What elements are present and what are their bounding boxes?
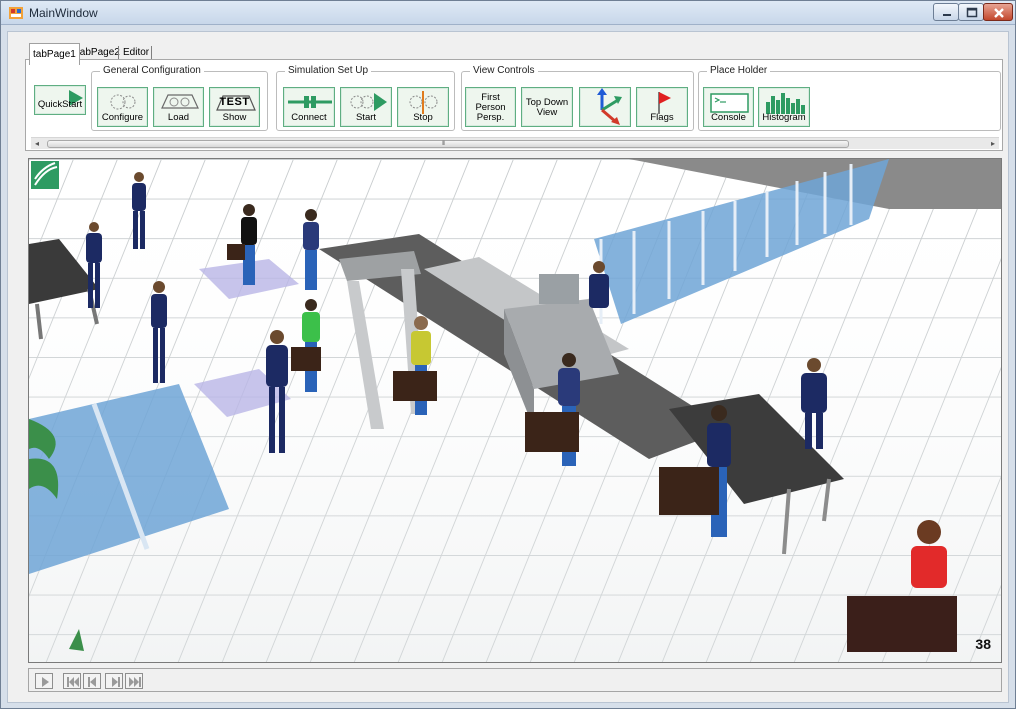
- step-forward-button[interactable]: [105, 673, 123, 689]
- histogram-button[interactable]: Histogram: [758, 87, 810, 127]
- top-down-view-button[interactable]: Top Down View: [521, 87, 573, 127]
- first-person-button[interactable]: First Person Persp.: [465, 87, 516, 127]
- show-button[interactable]: TEST Show: [209, 87, 260, 127]
- start-button[interactable]: Start: [340, 87, 392, 127]
- skip-to-end-icon: [129, 677, 141, 687]
- tab-separator: [151, 46, 152, 60]
- maximize-icon: [966, 7, 978, 18]
- minimize-button[interactable]: [933, 3, 959, 21]
- skip-to-start-button[interactable]: [63, 673, 81, 689]
- step-forward-icon: [112, 677, 120, 687]
- quickstart-button[interactable]: QuickStart: [34, 85, 86, 115]
- stop-label: Stop: [413, 112, 433, 123]
- configure-button[interactable]: Configure: [97, 87, 148, 127]
- tab-tabpage1[interactable]: tabPage1: [29, 43, 80, 65]
- histogram-label: Histogram: [762, 112, 806, 123]
- scrollbar-grip: III: [442, 141, 445, 147]
- configure-label: Configure: [101, 112, 144, 123]
- step-back-icon: [88, 677, 96, 687]
- window-title: MainWindow: [29, 6, 98, 20]
- maximize-button[interactable]: [958, 3, 984, 21]
- flags-button[interactable]: Flags: [636, 87, 688, 127]
- play-icon: [42, 677, 49, 687]
- top-down-line-2: View: [536, 107, 558, 118]
- close-icon: [994, 8, 1004, 18]
- load-label: Load: [167, 112, 190, 123]
- skip-to-start-icon: [67, 677, 79, 687]
- connect-label: Connect: [291, 112, 327, 123]
- show-label: Show: [222, 112, 247, 123]
- toolbar-scrollbar[interactable]: ◂ III ▸: [31, 137, 999, 149]
- playback-bar: [28, 668, 1002, 692]
- axes-icon: [597, 88, 622, 125]
- play-button[interactable]: [35, 673, 53, 689]
- scroll-right-icon[interactable]: ▸: [987, 138, 999, 150]
- test-badge: TEST: [219, 96, 250, 108]
- start-label: Start: [355, 112, 377, 123]
- tab-separator: [118, 46, 119, 60]
- close-button[interactable]: [983, 3, 1013, 21]
- title-bar[interactable]: MainWindow: [1, 1, 1015, 25]
- simulation-viewport[interactable]: 38: [28, 158, 1002, 663]
- skip-to-end-button[interactable]: [125, 673, 143, 689]
- airport-security-scene: [29, 159, 1001, 662]
- step-back-button[interactable]: [83, 673, 101, 689]
- scrollbar-thumb[interactable]: III: [47, 140, 849, 148]
- axes-button[interactable]: [579, 87, 631, 127]
- group-title: General Configuration: [100, 65, 204, 77]
- flags-label: Flags: [650, 112, 674, 123]
- first-person-line-3: Persp.: [476, 112, 505, 123]
- scroll-left-icon[interactable]: ◂: [31, 138, 43, 150]
- frame-counter: 38: [975, 636, 991, 652]
- minimize-icon: [943, 14, 951, 16]
- console-button[interactable]: Console: [703, 87, 754, 127]
- quickstart-label: QuickStart: [37, 99, 83, 110]
- console-label: Console: [711, 112, 746, 123]
- group-title: Place Holder: [707, 65, 771, 77]
- simulation-logo: [31, 161, 59, 189]
- main-window: MainWindow tabPage1 tabPage2 Editor Quic…: [0, 0, 1016, 709]
- load-button[interactable]: Load: [153, 87, 204, 127]
- app-icon: [9, 7, 23, 19]
- group-title: Simulation Set Up: [285, 65, 372, 77]
- stop-button[interactable]: Stop: [397, 87, 449, 127]
- connect-button[interactable]: Connect: [283, 87, 335, 127]
- group-title: View Controls: [470, 65, 538, 77]
